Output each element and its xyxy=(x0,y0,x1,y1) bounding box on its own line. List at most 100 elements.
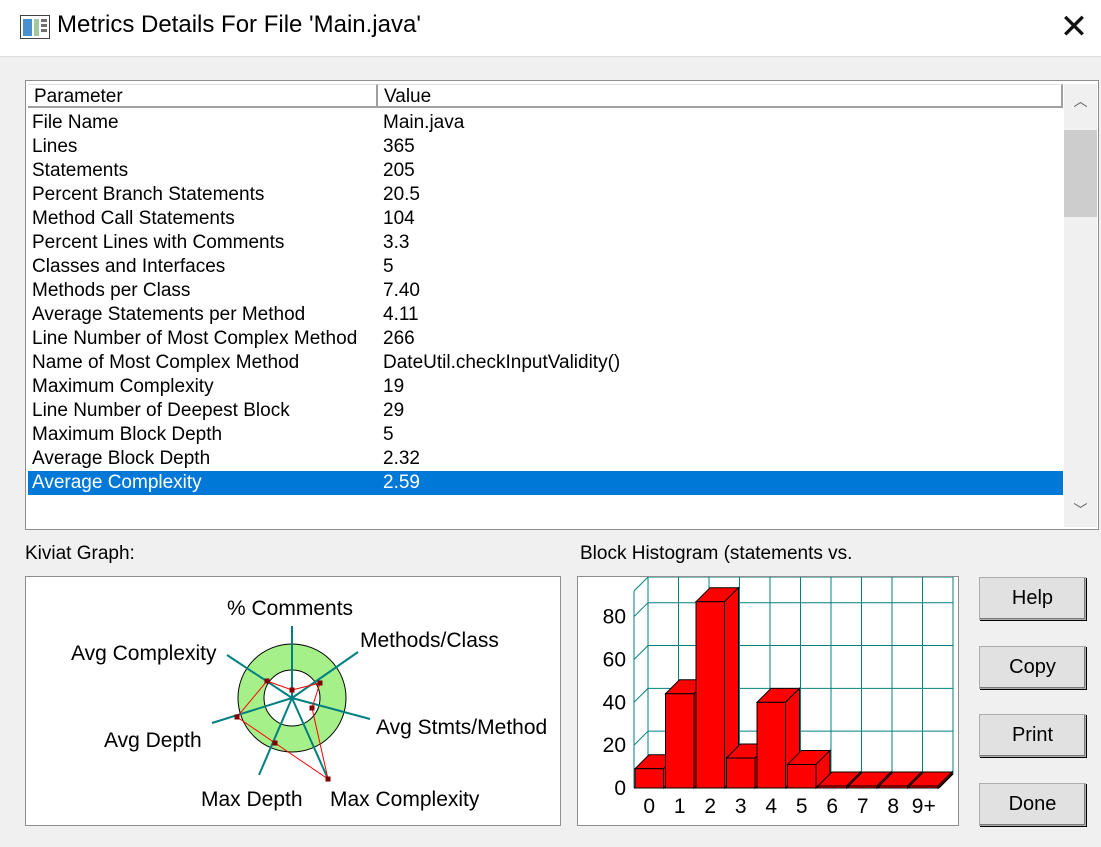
histogram-x-tick-label: 2 xyxy=(704,795,716,818)
row-value: 365 xyxy=(383,136,415,157)
row-parameter: Percent Branch Statements xyxy=(32,184,265,205)
row-parameter: Methods per Class xyxy=(32,280,191,301)
kiviat-vertex xyxy=(289,687,295,693)
histogram-x-tick-label: 1 xyxy=(674,795,686,818)
metrics-list[interactable]: Parameter Value File Name Main.java Lines 3… xyxy=(25,80,1099,530)
row-parameter: Lines xyxy=(32,136,78,157)
table-row[interactable]: Maximum Block Depth 5 xyxy=(28,423,1063,447)
row-value: 266 xyxy=(383,328,415,349)
histogram-y-tick-label: 20 xyxy=(603,734,626,757)
kiviat-axis-label-methods-per-class: Methods/Class xyxy=(360,629,499,652)
histogram-y-tick-label: 40 xyxy=(603,691,626,714)
table-row[interactable]: Lines 365 xyxy=(28,135,1063,159)
title-bar: Metrics Details For File 'Main.java' ✕ xyxy=(0,0,1101,56)
table-row[interactable]: Method Call Statements 104 xyxy=(28,207,1063,231)
row-parameter: Maximum Block Depth xyxy=(32,424,223,445)
block-histogram: 0 20 40 60 80 0 1 2 3 4 5 6 7 8 9+ xyxy=(577,576,959,826)
histogram-x-tick-label: 8 xyxy=(887,795,899,818)
histogram-bar xyxy=(695,601,725,789)
kiviat-axis-label-avg-complexity: Avg Complexity xyxy=(71,642,217,665)
row-value: 4.11 xyxy=(383,304,419,325)
histogram-x-tick-label: 5 xyxy=(796,795,808,818)
kiviat-vertex xyxy=(264,678,270,684)
kiviat-vertex xyxy=(325,776,331,782)
table-row[interactable]: Statements 205 xyxy=(28,159,1063,183)
row-value: Main.java xyxy=(383,112,465,133)
column-header-parameter[interactable]: Parameter xyxy=(28,84,378,108)
window-title: Metrics Details For File 'Main.java' xyxy=(57,11,421,38)
table-row[interactable]: Methods per Class 7.40 xyxy=(28,279,1063,303)
kiviat-vertex xyxy=(234,714,240,720)
row-parameter: Percent Lines with Comments xyxy=(32,232,285,253)
kiviat-vertex xyxy=(309,705,315,711)
row-parameter: Average Complexity xyxy=(32,472,202,493)
histogram-gridline xyxy=(633,687,649,703)
kiviat-axis-label-comments: % Comments xyxy=(227,597,353,620)
table-row[interactable]: Classes and Interfaces 5 xyxy=(28,255,1063,279)
histogram-bar xyxy=(726,757,756,789)
histogram-x-tick-label: 4 xyxy=(765,795,777,818)
metrics-app-icon xyxy=(20,15,50,39)
histogram-bar xyxy=(878,785,908,789)
row-value: 5 xyxy=(383,256,394,277)
histogram-bar xyxy=(634,768,664,789)
column-header-value[interactable]: Value xyxy=(378,84,1063,108)
row-value: 29 xyxy=(383,400,405,421)
row-parameter: Average Statements per Method xyxy=(32,304,306,325)
block-histogram-label: Block Histogram (statements vs. xyxy=(580,543,853,564)
histogram-y-tick-label: 0 xyxy=(614,777,626,800)
table-row[interactable]: File Name Main.java xyxy=(28,111,1063,135)
row-parameter: Name of Most Complex Method xyxy=(32,352,300,373)
scroll-up-button[interactable]: ︿ xyxy=(1064,84,1097,118)
help-button[interactable]: Help xyxy=(979,577,1086,620)
table-row[interactable]: Line Number of Most Complex Method 266 xyxy=(28,327,1063,351)
histogram-bar xyxy=(848,785,878,789)
scroll-down-button[interactable]: ﹀ xyxy=(1064,493,1097,527)
row-value: 20.5 xyxy=(383,184,420,205)
row-parameter: Method Call Statements xyxy=(32,208,235,229)
row-parameter: Line Number of Most Complex Method xyxy=(32,328,358,349)
histogram-x-tick-label: 6 xyxy=(826,795,838,818)
table-row[interactable]: Average Block Depth 2.32 xyxy=(28,447,1063,471)
table-row[interactable]: Average Complexity 2.59 xyxy=(28,471,1063,495)
kiviat-graph: % Comments Methods/Class Avg Stmts/Metho… xyxy=(25,576,561,826)
row-parameter: Maximum Complexity xyxy=(32,376,214,397)
row-value: 104 xyxy=(383,208,415,229)
histogram-x-tick-label: 7 xyxy=(857,795,869,818)
table-row[interactable]: Name of Most Complex Method DateUtil.chec… xyxy=(28,351,1063,375)
histogram-y-tick-label: 80 xyxy=(603,606,626,629)
kiviat-vertex xyxy=(317,680,323,686)
histogram-bar xyxy=(756,701,786,789)
table-row[interactable]: Line Number of Deepest Block 29 xyxy=(28,399,1063,423)
row-parameter: Line Number of Deepest Block xyxy=(32,400,290,421)
row-parameter: Average Block Depth xyxy=(32,448,211,469)
kiviat-graph-canvas: % Comments Methods/Class Avg Stmts/Metho… xyxy=(71,597,547,811)
title-divider xyxy=(0,56,1101,57)
histogram-x-tick-label: 9+ xyxy=(912,795,936,818)
print-button[interactable]: Print xyxy=(979,714,1086,757)
kiviat-graph-label: Kiviat Graph: xyxy=(25,543,135,564)
row-parameter: Statements xyxy=(32,160,129,181)
histogram-gridline xyxy=(633,645,649,660)
table-row[interactable]: Percent Branch Statements 20.5 xyxy=(28,183,1063,207)
row-parameter: File Name xyxy=(32,112,119,133)
histogram-bar xyxy=(665,693,695,789)
table-row[interactable]: Percent Lines with Comments 3.3 xyxy=(28,231,1063,255)
row-value: DateUtil.checkInputValidity() xyxy=(383,352,621,373)
histogram-gridline xyxy=(633,602,649,618)
copy-button[interactable]: Copy xyxy=(979,646,1086,689)
table-row[interactable]: Average Statements per Method 4.11 xyxy=(28,303,1063,327)
vertical-scrollbar[interactable]: ︿ ﹀ xyxy=(1064,84,1097,527)
row-value: 5 xyxy=(383,424,394,445)
histogram-y-tick-label: 60 xyxy=(603,649,626,672)
scroll-thumb[interactable] xyxy=(1064,130,1097,217)
row-value: 2.32 xyxy=(383,448,420,469)
table-row[interactable]: Maximum Complexity 19 xyxy=(28,375,1063,399)
kiviat-axis-label-max-complexity: Max Complexity xyxy=(330,788,480,811)
close-button[interactable]: ✕ xyxy=(1051,6,1097,50)
row-value: 19 xyxy=(383,376,405,397)
histogram-x-tick-label: 0 xyxy=(643,795,655,818)
row-parameter: Classes and Interfaces xyxy=(32,256,226,277)
done-button[interactable]: Done xyxy=(979,783,1086,826)
kiviat-vertex xyxy=(272,740,278,746)
